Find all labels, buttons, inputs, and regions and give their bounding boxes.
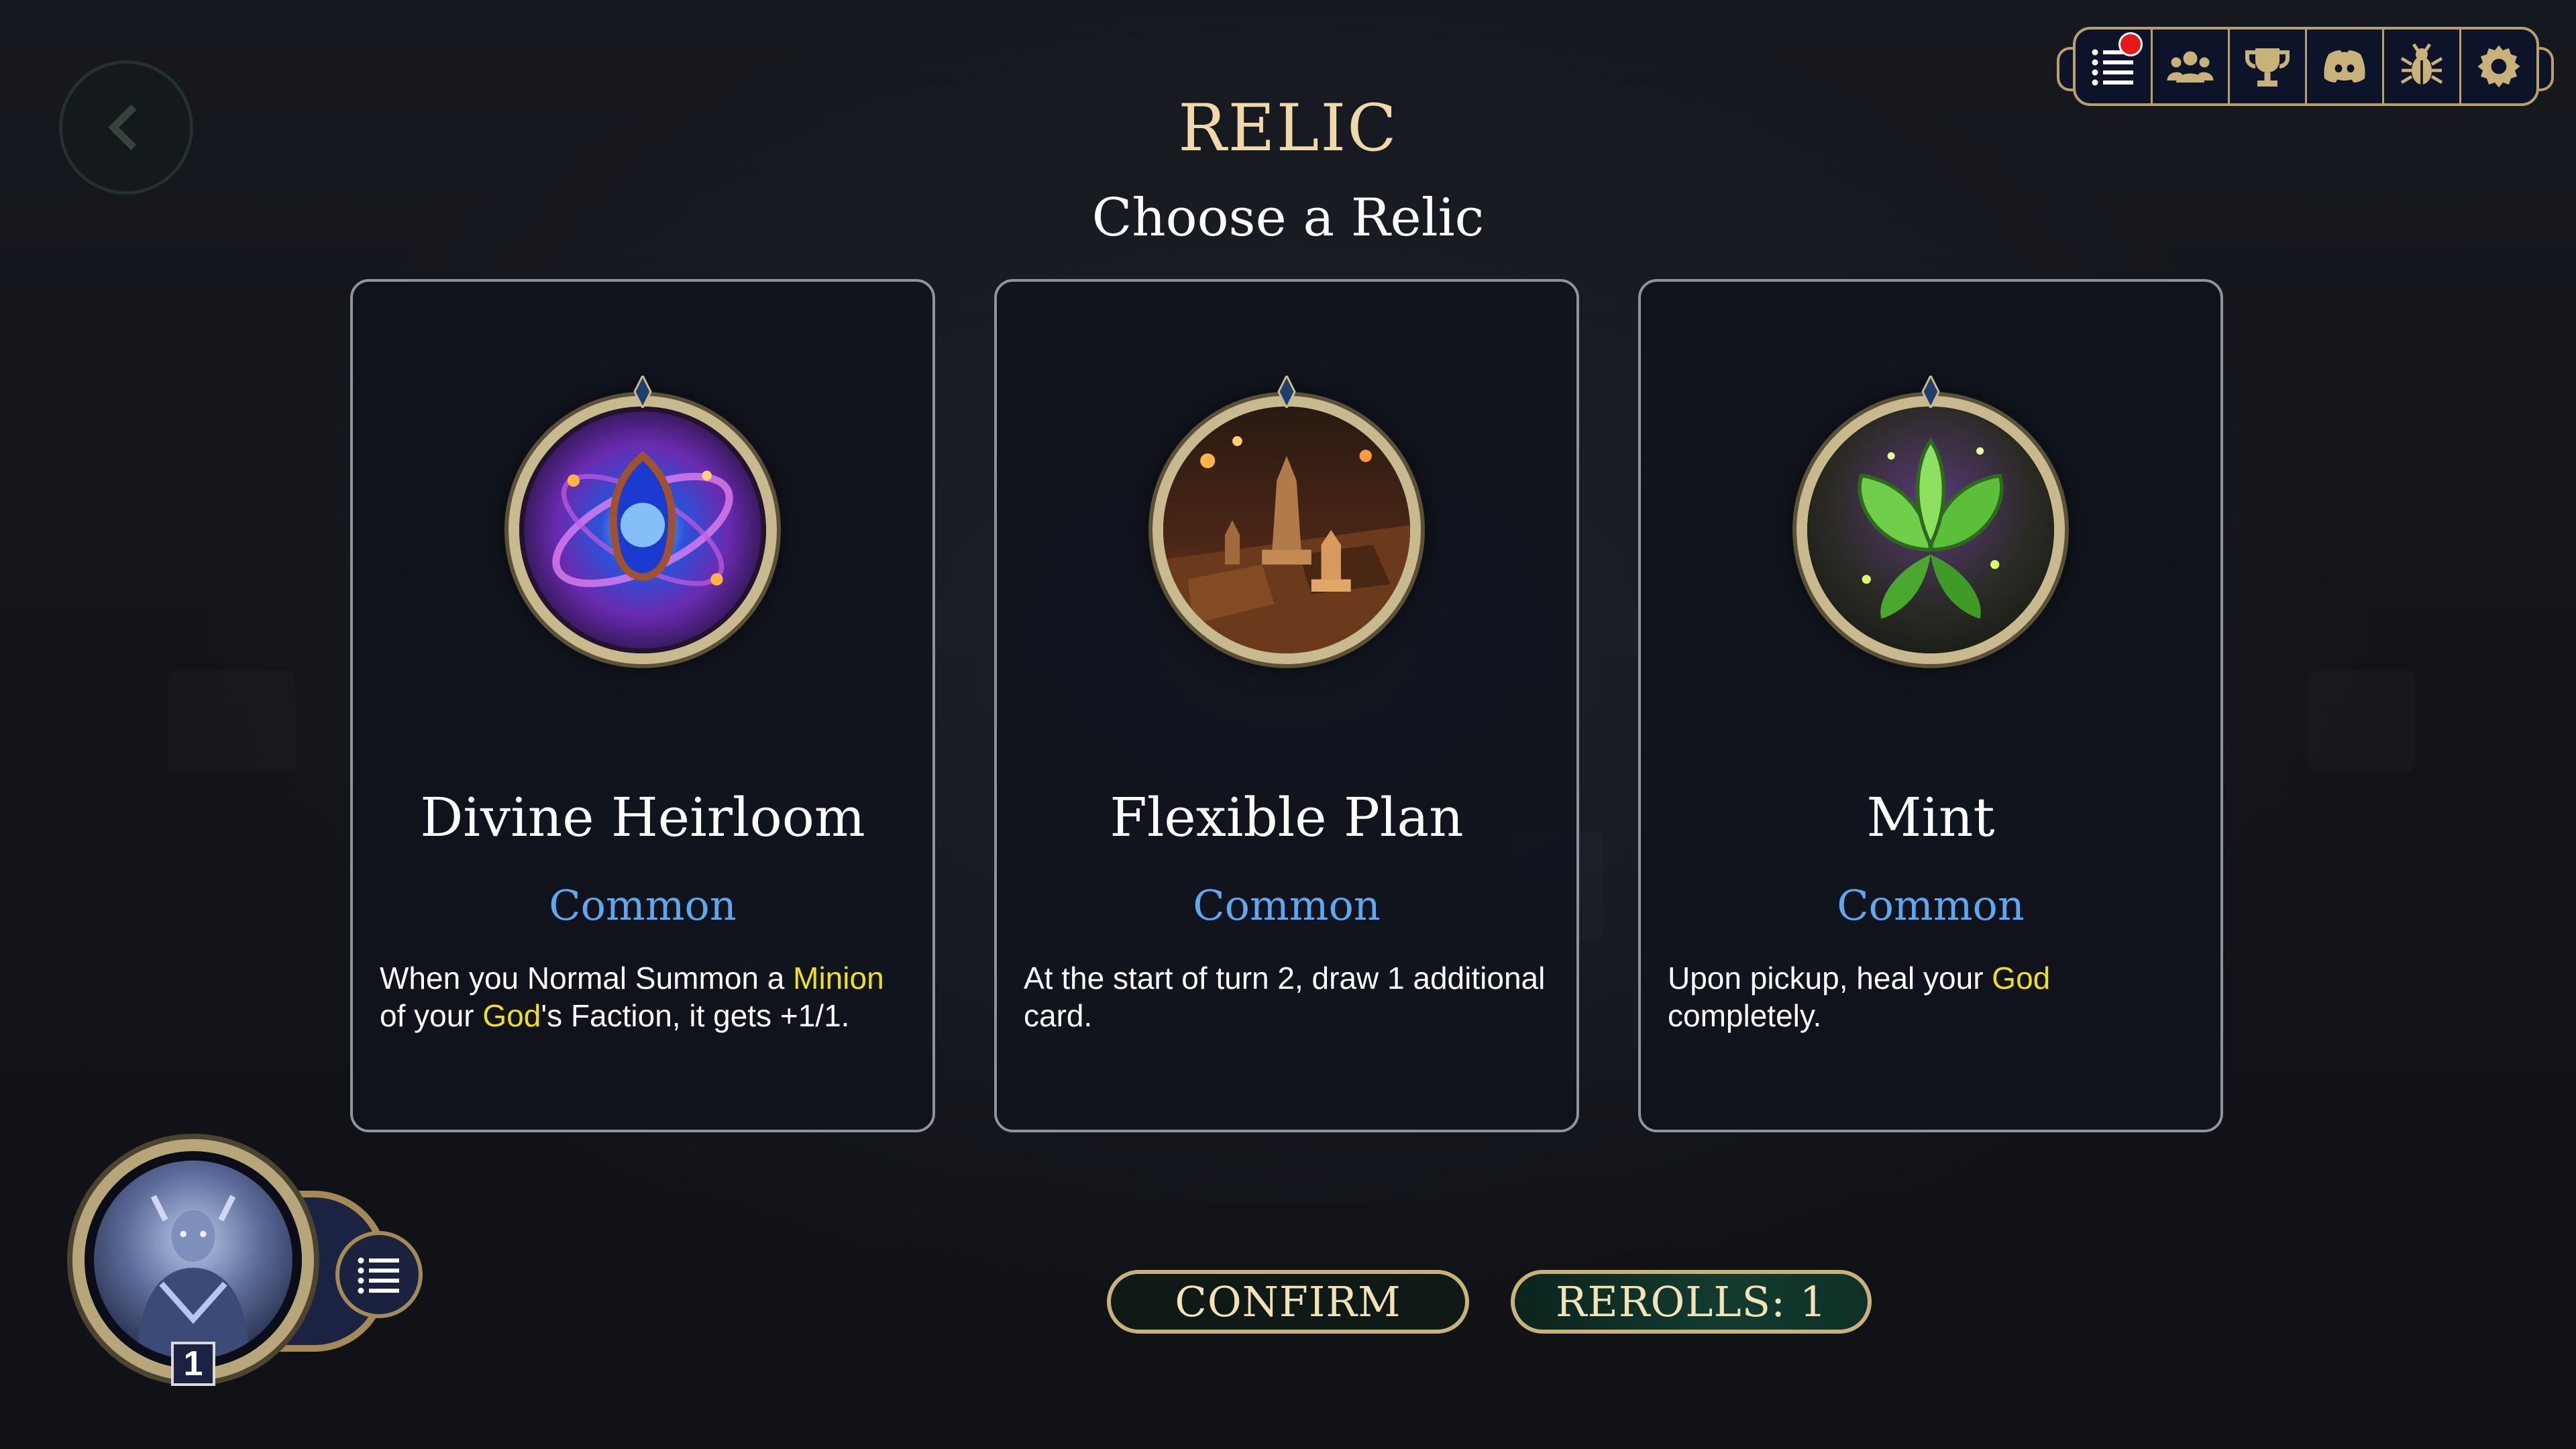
description-text: Upon pickup, heal your (1668, 961, 1992, 996)
relic-rarity: Common (1193, 881, 1381, 930)
relic-rarity: Common (549, 881, 737, 930)
page-subtitle: Choose a Relic (1091, 188, 1485, 248)
gem-ornament-icon (1921, 376, 1940, 408)
settings-button[interactable] (2461, 30, 2536, 103)
confirm-button[interactable]: CONFIRM (1107, 1270, 1469, 1334)
background-panel (168, 671, 295, 771)
relic-description: Upon pickup, heal your God completely. (1668, 959, 2194, 1034)
relic-description: When you Normal Summon a Minion of your … (380, 959, 906, 1034)
background-panel (2308, 671, 2415, 771)
bug-report-button[interactable] (2384, 30, 2461, 103)
keyword-god: God (482, 998, 541, 1033)
relic-image-divine-heirloom (508, 396, 777, 664)
toolbar-left-cap (2057, 47, 2074, 91)
description-text: of your (380, 998, 483, 1033)
description-text: completely. (1668, 998, 1822, 1033)
avatar-image (94, 1161, 292, 1359)
relic-image-mint (1796, 396, 2065, 664)
relic-description: At the start of turn 2, draw 1 additiona… (1024, 959, 1550, 1034)
discord-button[interactable] (2307, 30, 2384, 103)
notification-dot (2118, 32, 2143, 56)
player-level-badge: 1 (171, 1342, 215, 1386)
relic-name: Mint (1866, 786, 1995, 849)
quest-list-button[interactable] (2076, 30, 2153, 103)
relic-name: Flexible Plan (1110, 786, 1464, 849)
gear-icon (2477, 45, 2520, 88)
trophy-icon (2245, 48, 2290, 87)
gem-ornament-icon (1277, 376, 1296, 408)
keyword-god: God (1992, 961, 2051, 996)
bug-icon (2400, 43, 2443, 85)
relic-name: Divine Heirloom (420, 786, 865, 849)
friends-icon (2167, 51, 2214, 83)
relic-card-flexible-plan[interactable]: Flexible Plan Common At the start of tur… (994, 279, 1579, 1132)
list-icon (358, 1257, 399, 1294)
player-portrait-widget[interactable]: 1 (72, 1139, 388, 1386)
gem-ornament-icon (633, 376, 652, 408)
relic-card-divine-heirloom[interactable]: Divine Heirloom Common When you Normal S… (350, 279, 935, 1132)
relic-image-flexible-plan (1152, 396, 1421, 664)
reroll-button[interactable]: REROLLS: 1 (1511, 1270, 1872, 1334)
discord-icon (2324, 50, 2365, 83)
top-toolbar (2073, 27, 2539, 106)
description-text: At the start of turn 2, draw 1 additiona… (1024, 961, 1546, 1033)
keyword-minion: Minion (793, 961, 884, 996)
deck-list-button[interactable] (335, 1231, 423, 1318)
relic-rarity: Common (1837, 881, 2025, 930)
friends-button[interactable] (2153, 30, 2230, 103)
relic-card-mint[interactable]: Mint Common Upon pickup, heal your God c… (1638, 279, 2223, 1132)
leaderboard-button[interactable] (2230, 30, 2307, 103)
description-text: When you Normal Summon a (380, 961, 794, 996)
description-text: 's Faction, it gets +1/1. (541, 998, 850, 1033)
